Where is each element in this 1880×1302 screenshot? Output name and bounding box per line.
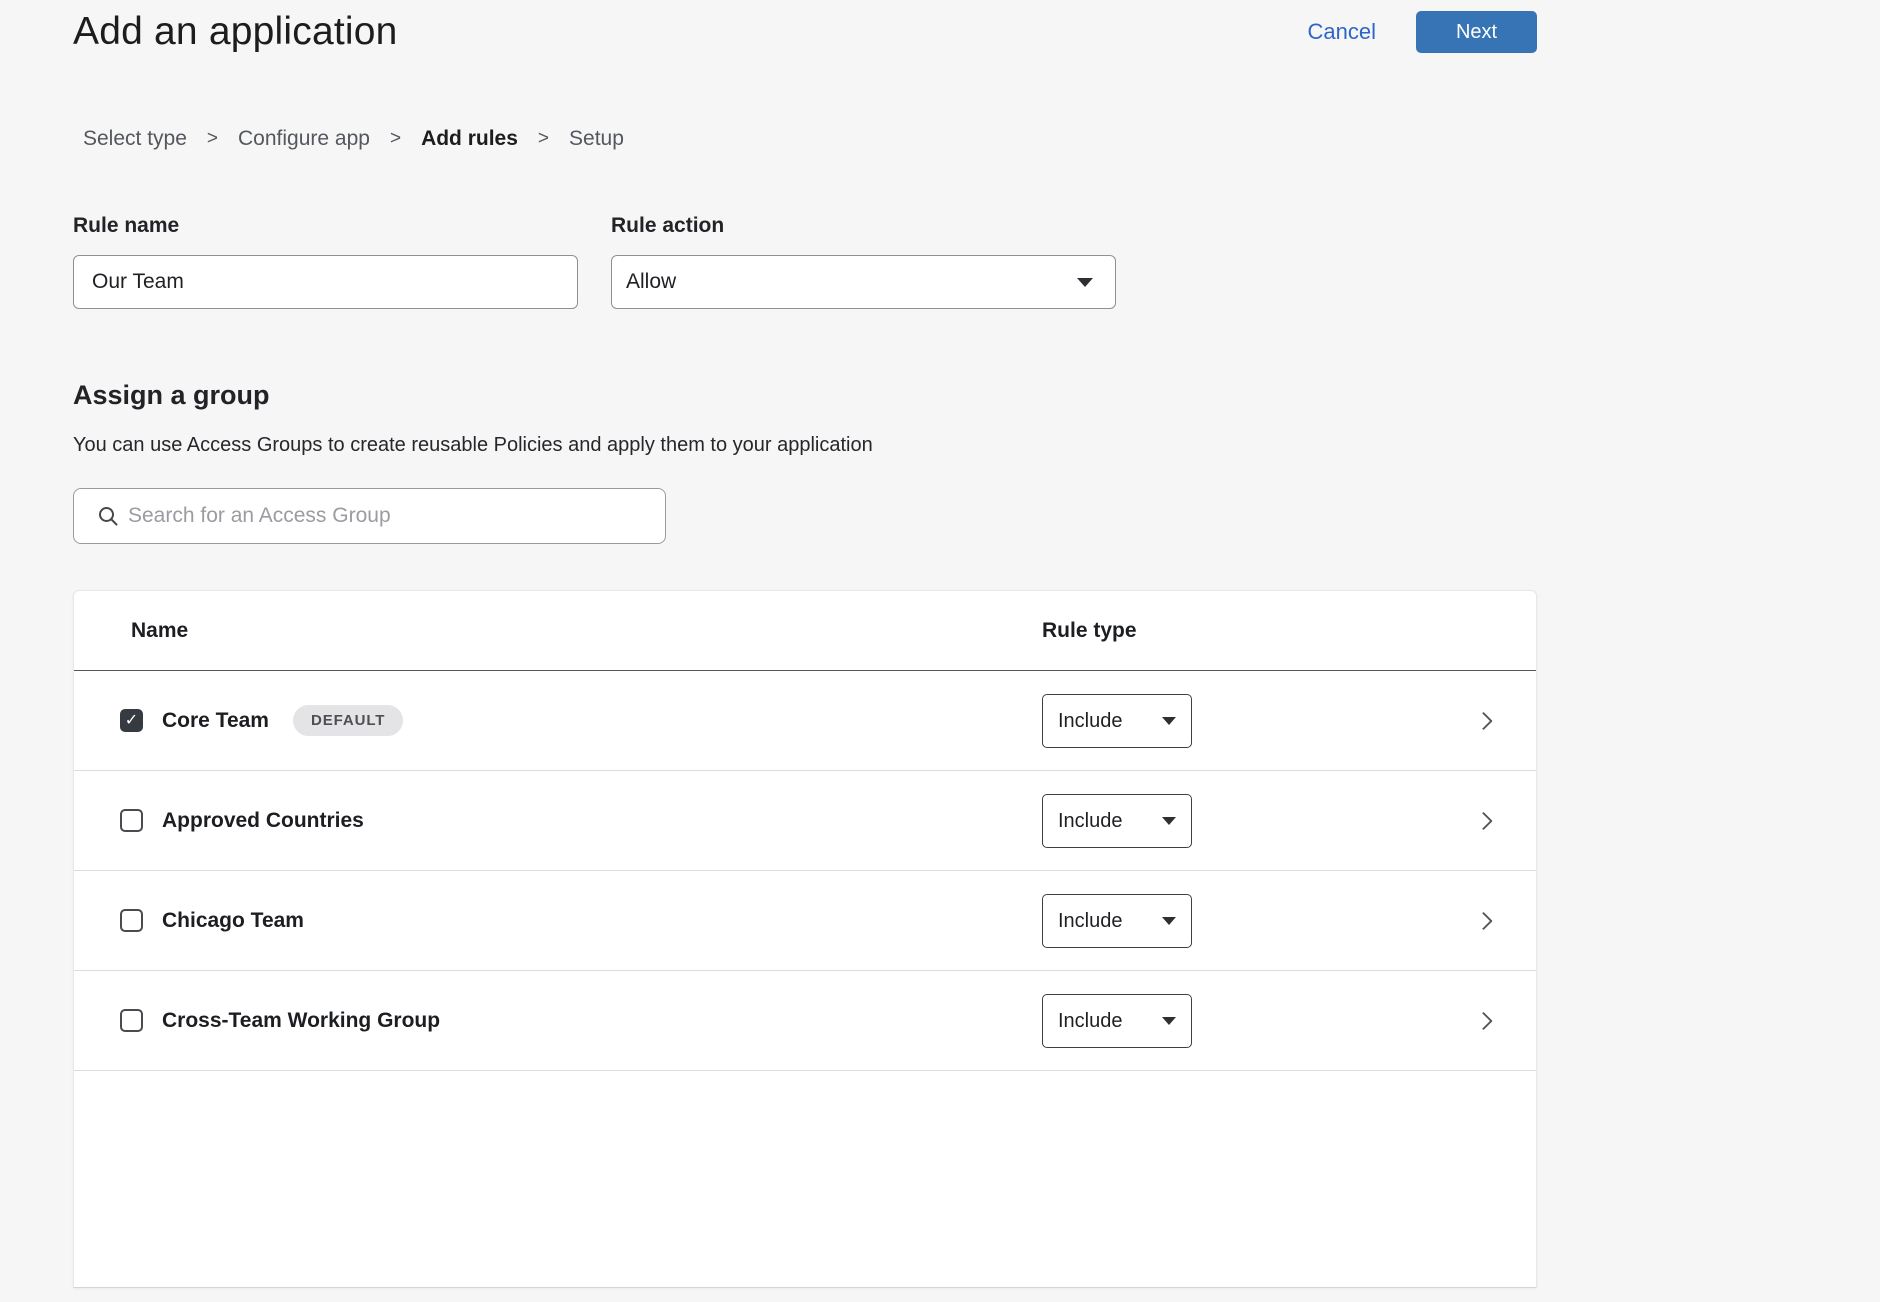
rule-type-selected-value: Include [1058, 710, 1123, 733]
assign-group-description: You can use Access Groups to create reus… [73, 433, 1880, 457]
group-name: Cross-Team Working Group [162, 1009, 440, 1033]
rule-type-selected-value: Include [1058, 810, 1123, 833]
chevron-right-icon[interactable] [1474, 1011, 1492, 1029]
checkmark-icon: ✓ [125, 713, 138, 729]
breadcrumb: Select type > Configure app > Add rules … [83, 126, 1880, 152]
group-checkbox[interactable]: ✓ [120, 1009, 143, 1032]
rule-name-label: Rule name [73, 214, 578, 238]
group-row: ✓ Core Team DEFAULT Include [74, 671, 1536, 771]
chevron-down-icon [1077, 278, 1093, 287]
chevron-down-icon [1162, 917, 1176, 925]
breadcrumb-step-add-rules[interactable]: Add rules [421, 126, 518, 152]
chevron-down-icon [1162, 817, 1176, 825]
chevron-right-icon[interactable] [1474, 711, 1492, 729]
group-checkbox[interactable]: ✓ [120, 709, 143, 732]
group-row: ✓ Chicago Team Include [74, 871, 1536, 971]
group-row: ✓ Cross-Team Working Group Include [74, 971, 1536, 1071]
breadcrumb-separator: > [538, 126, 549, 152]
rule-name-input[interactable] [73, 255, 578, 309]
group-name: Chicago Team [162, 909, 304, 933]
chevron-right-icon[interactable] [1474, 811, 1492, 829]
rule-action-select[interactable]: Allow [611, 255, 1116, 309]
rule-type-select[interactable]: Include [1042, 794, 1192, 848]
breadcrumb-separator: > [207, 126, 218, 152]
rule-type-selected-value: Include [1058, 910, 1123, 933]
group-name: Approved Countries [162, 809, 364, 833]
access-group-search [73, 488, 666, 544]
access-groups-table: Name Rule type ✓ Core Team DEFAULT Inclu… [73, 590, 1537, 1288]
rule-action-selected-value: Allow [626, 270, 676, 294]
chevron-down-icon [1162, 717, 1176, 725]
group-checkbox[interactable]: ✓ [120, 909, 143, 932]
default-badge: DEFAULT [293, 705, 403, 736]
table-footer-spacer [74, 1071, 1536, 1287]
group-table-body: ✓ Core Team DEFAULT Include ✓ Approved C… [74, 671, 1536, 1071]
rule-action-label: Rule action [611, 214, 1116, 238]
rule-action-field-group: Rule action Allow [611, 214, 1116, 309]
group-checkbox[interactable]: ✓ [120, 809, 143, 832]
page-title: Add an application [73, 8, 398, 56]
breadcrumb-step-select-type[interactable]: Select type [83, 126, 187, 152]
next-button[interactable]: Next [1416, 11, 1537, 53]
rule-type-select[interactable]: Include [1042, 694, 1192, 748]
add-application-page: Add an application Cancel Next Select ty… [0, 0, 1880, 1302]
assign-group-heading: Assign a group [73, 379, 1880, 411]
breadcrumb-separator: > [390, 126, 401, 152]
rule-type-select[interactable]: Include [1042, 994, 1192, 1048]
breadcrumb-step-configure-app[interactable]: Configure app [238, 126, 370, 152]
top-bar: Add an application Cancel Next [0, 0, 1880, 56]
breadcrumb-step-setup[interactable]: Setup [569, 126, 624, 152]
column-header-name: Name [131, 619, 188, 643]
rule-type-select[interactable]: Include [1042, 894, 1192, 948]
chevron-down-icon [1162, 1017, 1176, 1025]
chevron-right-icon[interactable] [1474, 911, 1492, 929]
rule-form: Rule name Rule action Allow [73, 214, 1880, 309]
rule-type-selected-value: Include [1058, 1010, 1123, 1033]
rule-name-field-group: Rule name [73, 214, 578, 309]
top-bar-actions: Cancel Next [1308, 11, 1537, 53]
access-group-search-input[interactable] [73, 488, 666, 544]
column-header-rule-type: Rule type [1042, 619, 1137, 643]
cancel-button[interactable]: Cancel [1308, 19, 1376, 45]
group-name: Core Team [162, 709, 269, 733]
table-header-row: Name Rule type [74, 591, 1536, 671]
group-row: ✓ Approved Countries Include [74, 771, 1536, 871]
